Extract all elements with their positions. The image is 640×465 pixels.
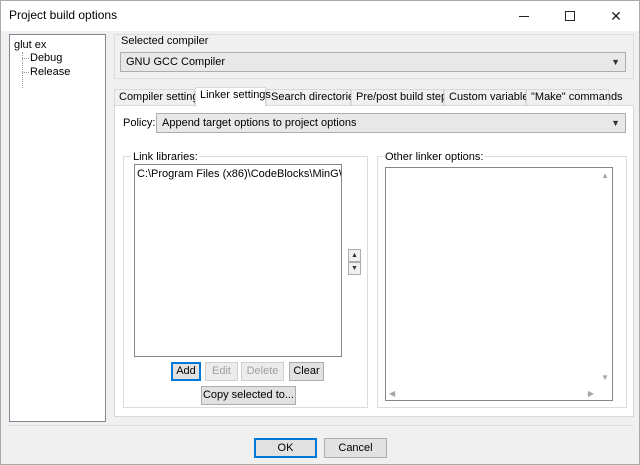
policy-select[interactable]: Append target options to project options… [156, 113, 626, 133]
other-linker-options-label: Other linker options: [383, 151, 486, 163]
minimize-icon [519, 15, 529, 17]
tab-make-commands[interactable]: "Make" commands [526, 89, 623, 106]
close-button[interactable]: ✕ [593, 1, 639, 31]
link-libraries-label: Link libraries: [131, 151, 200, 163]
arrow-up-icon: ▲ [351, 252, 358, 259]
cancel-button[interactable]: Cancel [324, 438, 387, 458]
scroll-left-icon[interactable]: ◀ [389, 389, 395, 398]
edit-button[interactable]: Edit [205, 362, 238, 381]
other-linker-options-textarea[interactable]: ▲ ▼ ◀ ▶ [385, 167, 613, 401]
list-item[interactable]: C:\Program Files (x86)\CodeBlocks\MinGW\… [135, 165, 341, 183]
tab-linker-settings[interactable]: Linker settings [195, 87, 271, 107]
scroll-up-icon[interactable]: ▲ [601, 171, 609, 180]
tab-pre-post-build-steps[interactable]: Pre/post build steps [351, 89, 453, 106]
copy-selected-to-button[interactable]: Copy selected to... [201, 386, 296, 405]
tree-item-project[interactable]: glut ex [14, 39, 46, 51]
chevron-down-icon: ▼ [611, 57, 620, 67]
move-down-button[interactable]: ▼ [348, 262, 361, 275]
title-bar: Project build options ✕ [1, 1, 639, 31]
move-up-button[interactable]: ▲ [348, 249, 361, 262]
tree-item-release[interactable]: Release [30, 66, 70, 78]
add-button[interactable]: Add [171, 362, 201, 381]
arrow-down-icon: ▼ [351, 265, 358, 272]
ok-button[interactable]: OK [254, 438, 317, 458]
scroll-down-icon[interactable]: ▼ [601, 373, 609, 382]
maximize-icon [565, 11, 575, 21]
tree-connector-line [22, 72, 29, 73]
delete-button[interactable]: Delete [241, 362, 284, 381]
footer-divider [9, 425, 633, 426]
linker-settings-panel: Policy: Append target options to project… [114, 105, 634, 417]
close-icon: ✕ [610, 7, 622, 24]
tree-item-debug[interactable]: Debug [30, 52, 62, 64]
chevron-down-icon: ▼ [611, 118, 620, 128]
scroll-right-icon[interactable]: ▶ [588, 389, 594, 398]
build-target-tree[interactable]: glut ex Debug Release [9, 34, 106, 422]
project-build-options-window: Project build options ✕ glut ex Debug Re… [0, 0, 640, 465]
policy-label: Policy: [123, 117, 156, 129]
selected-compiler-label: Selected compiler [119, 35, 211, 47]
tree-connector-line [22, 58, 29, 59]
tab-search-directories[interactable]: Search directories [266, 89, 360, 106]
link-libraries-list[interactable]: C:\Program Files (x86)\CodeBlocks\MinGW\… [134, 164, 342, 357]
tab-custom-variables[interactable]: Custom variables [444, 89, 534, 106]
compiler-select-value: GNU GCC Compiler [126, 56, 226, 68]
clear-button[interactable]: Clear [289, 362, 324, 381]
compiler-select[interactable]: GNU GCC Compiler ▼ [120, 52, 626, 72]
minimize-button[interactable] [501, 1, 547, 31]
window-title: Project build options [9, 8, 118, 22]
tab-compiler-settings[interactable]: Compiler settings [114, 89, 204, 106]
policy-select-value: Append target options to project options [162, 117, 357, 129]
maximize-button[interactable] [547, 1, 593, 31]
